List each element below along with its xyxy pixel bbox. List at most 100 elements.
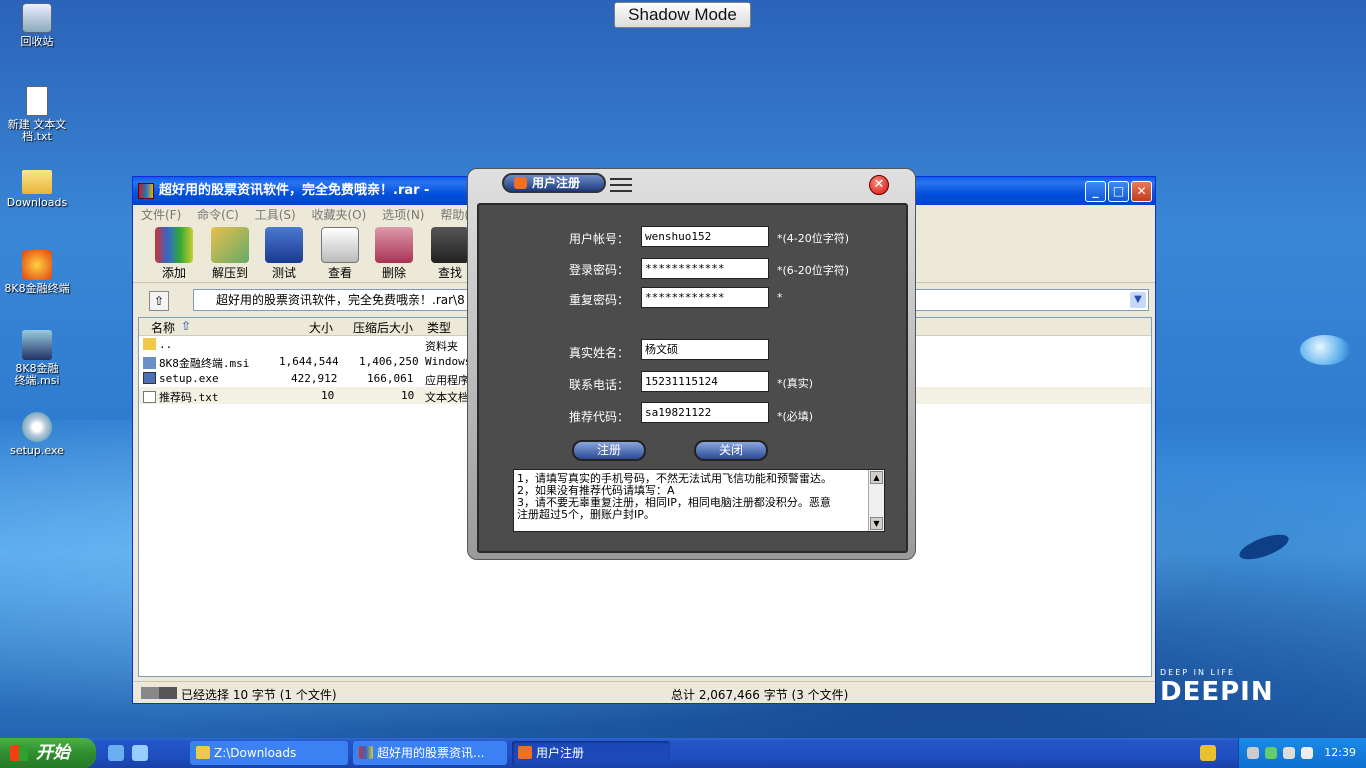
desktop-icon-label: 新建 文本文档.txt xyxy=(7,118,67,143)
desktop-icon-8k8-msi[interactable]: 8K8金融终端.msi xyxy=(0,330,74,387)
dialog-title[interactable]: 用户注册 xyxy=(502,173,606,193)
app-shortcut-icon xyxy=(22,250,52,280)
minimize-button[interactable]: _ xyxy=(1085,181,1106,202)
menu-options[interactable]: 选项(N) xyxy=(382,208,424,222)
repeat-password-input[interactable]: ************ xyxy=(641,287,769,308)
menu-file[interactable]: 文件(F) xyxy=(141,208,181,222)
test-button[interactable]: 测试 xyxy=(257,227,311,281)
start-button[interactable]: 开始 xyxy=(0,738,96,768)
phone-hint: *(真实) xyxy=(777,377,814,390)
add-label: 添加 xyxy=(161,266,186,280)
maximize-button[interactable]: □ xyxy=(1108,181,1129,202)
desktop-icon-label: 回收站 xyxy=(20,35,54,48)
desktop-icon-text-file[interactable]: 新建 文本文档.txt xyxy=(0,86,74,143)
col-size[interactable]: 大小 xyxy=(309,319,333,336)
menu-tools[interactable]: 工具(S) xyxy=(255,208,296,222)
menu-favorites[interactable]: 收藏夹(O) xyxy=(312,208,367,222)
task-label: Z:\Downloads xyxy=(214,746,297,760)
clock[interactable]: 12:39 xyxy=(1324,746,1356,759)
close-button[interactable]: ✕ xyxy=(1131,181,1152,202)
tray-network-icon[interactable] xyxy=(1247,747,1259,759)
dialog-close-button[interactable]: ✕ xyxy=(869,175,889,195)
menu-command[interactable]: 命令(C) xyxy=(197,208,239,222)
chevron-down-icon[interactable]: ▼ xyxy=(1130,292,1146,308)
ie-icon[interactable] xyxy=(108,745,124,761)
password-label: 登录密码： xyxy=(568,263,629,277)
text-file-icon xyxy=(143,391,156,403)
dialog-close-pill-button[interactable]: 关闭 xyxy=(694,440,768,461)
view-label: 查看 xyxy=(327,266,352,280)
setup-cd-icon xyxy=(22,412,52,442)
path-text: 超好用的股票资讯软件，完全免费哦亲！.rar\8 xyxy=(216,293,465,307)
file-size: 1,644,544 xyxy=(279,355,339,368)
col-type[interactable]: 类型 xyxy=(427,319,451,336)
task-winrar[interactable]: 超好用的股票资讯... xyxy=(353,741,507,765)
file-type: 资料夹 xyxy=(425,340,458,353)
desktop-icon-label: setup.exe xyxy=(10,444,64,457)
delete-label: 删除 xyxy=(381,266,406,280)
status-selected: 已经选择 10 字节 (1 个文件) xyxy=(181,688,337,702)
show-desktop-icon[interactable] xyxy=(132,745,148,761)
referral-label: 推荐代码： xyxy=(568,410,629,424)
scroll-down-icon[interactable]: ▼ xyxy=(870,517,883,530)
up-folder-button[interactable]: ⇧ xyxy=(149,291,169,311)
col-packed[interactable]: 压缩后大小 xyxy=(353,319,413,336)
password-hint: *(6-20位字符) xyxy=(777,264,850,277)
username-input[interactable]: wenshuo152 xyxy=(641,226,769,247)
desktop-icon-label: 8K8金融终端.msi xyxy=(14,362,60,387)
exe-icon xyxy=(143,372,156,384)
file-size: 422,912 xyxy=(291,372,338,385)
task-label: 用户注册 xyxy=(536,746,585,760)
file-packed: 10 xyxy=(401,389,415,402)
desktop-icon-label: 8K8金融终端 xyxy=(4,282,70,295)
tray-vm-icon[interactable] xyxy=(1283,747,1295,759)
binoculars-icon xyxy=(431,227,469,263)
winrar-icon xyxy=(359,746,373,759)
desktop-icon-downloads[interactable]: Downloads xyxy=(0,170,74,209)
winrar-icon xyxy=(138,183,154,199)
view-button[interactable]: 查看 xyxy=(313,227,367,281)
file-type: Windows xyxy=(425,355,472,368)
file-name: .. xyxy=(159,338,173,351)
referral-hint: *(必填) xyxy=(777,410,814,423)
folder-icon xyxy=(143,338,156,350)
realname-input[interactable]: 杨文硕 xyxy=(641,339,769,360)
app-icon xyxy=(518,746,532,759)
menu-icon[interactable] xyxy=(610,178,632,192)
notes-scrollbar[interactable]: ▲ ▼ xyxy=(868,470,884,531)
phone-input[interactable]: 15231115124 xyxy=(641,371,769,392)
col-name[interactable]: 名称 xyxy=(151,319,175,336)
text-file-icon xyxy=(26,86,48,116)
desktop-icon-8k8[interactable]: 8K8金融终端 xyxy=(0,250,74,295)
wallpaper-droplet xyxy=(1300,335,1350,365)
tray-security-icon[interactable] xyxy=(1265,747,1277,759)
scroll-up-icon[interactable]: ▲ xyxy=(870,471,883,484)
task-downloads[interactable]: Z:\Downloads xyxy=(190,741,348,765)
file-type: 应用程序 xyxy=(425,374,469,387)
file-packed: 1,406,250 xyxy=(359,355,419,368)
books-add-icon xyxy=(155,227,193,263)
brand-tagline: DEEP IN LIFE xyxy=(1160,668,1235,677)
file-packed: 166,061 xyxy=(367,372,414,385)
language-icon[interactable] xyxy=(1200,745,1216,761)
add-button[interactable]: 添加 xyxy=(147,227,201,281)
delete-button[interactable]: 删除 xyxy=(367,227,421,281)
desktop-icon-recycle-bin[interactable]: 回收站 xyxy=(0,3,74,48)
file-size: 10 xyxy=(321,389,335,402)
notes-textarea[interactable]: 1，请填写真实的手机号码，不然无法试用飞信功能和预警雷达。 2，如果没有推荐代码… xyxy=(513,469,885,532)
extract-button[interactable]: 解压到 xyxy=(203,227,257,281)
shadow-mode-button[interactable]: Shadow Mode xyxy=(614,2,751,28)
find-label: 查找 xyxy=(437,266,462,280)
note-line: 注册超过5个，删账户封IP。 xyxy=(517,508,655,521)
file-name: 8K8金融终端.msi xyxy=(159,357,250,370)
volume-icon[interactable] xyxy=(1301,747,1313,759)
file-type: 文本文档 xyxy=(425,391,469,404)
desktop-icon-setup[interactable]: setup.exe xyxy=(0,412,74,457)
task-register[interactable]: 用户注册 xyxy=(512,741,670,765)
register-button[interactable]: 注册 xyxy=(572,440,646,461)
installer-icon xyxy=(143,357,156,369)
password-input[interactable]: ************ xyxy=(641,258,769,279)
brand-logo-text: DEEPIN xyxy=(1160,677,1274,707)
folder-icon xyxy=(196,746,210,759)
referral-input[interactable]: sa19821122 xyxy=(641,402,769,423)
